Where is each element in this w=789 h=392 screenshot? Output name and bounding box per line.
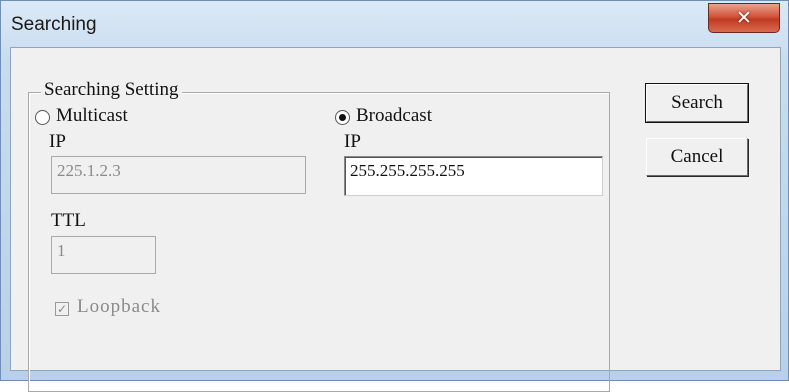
group-legend: Searching Setting — [41, 79, 182, 101]
checkmark-icon: ✓ — [56, 302, 68, 316]
multicast-radio[interactable] — [35, 110, 50, 125]
ttl-label: TTL — [51, 210, 86, 231]
broadcast-radio[interactable] — [335, 110, 350, 125]
cancel-button[interactable]: Cancel — [646, 138, 748, 176]
searching-setting-group: Searching Setting Multicast IP 225.1.2.3… — [28, 79, 610, 392]
close-button[interactable]: ✕ — [708, 3, 780, 33]
loopback-label: Loopback — [77, 296, 161, 317]
title-bar[interactable]: Searching ✕ — [1, 1, 788, 47]
multicast-label: Multicast — [56, 105, 128, 126]
ttl-field[interactable]: 1 — [51, 236, 156, 274]
broadcast-label: Broadcast — [356, 105, 432, 126]
close-icon: ✕ — [736, 7, 752, 29]
broadcast-ip-label: IP — [344, 131, 361, 152]
multicast-ip-label: IP — [49, 131, 66, 152]
multicast-ip-field[interactable]: 225.1.2.3 — [51, 156, 306, 194]
dialog-client-area: Searching Setting Multicast IP 225.1.2.3… — [10, 47, 781, 392]
search-button[interactable]: Search — [645, 83, 749, 123]
window-title: Searching — [11, 14, 97, 35]
loopback-checkbox[interactable]: ✓ — [55, 302, 69, 316]
broadcast-ip-field[interactable]: 255.255.255.255 — [344, 156, 603, 196]
searching-dialog: Searching ✕ Searching Setting Multicast … — [0, 0, 789, 392]
radio-selected-dot — [339, 114, 346, 121]
